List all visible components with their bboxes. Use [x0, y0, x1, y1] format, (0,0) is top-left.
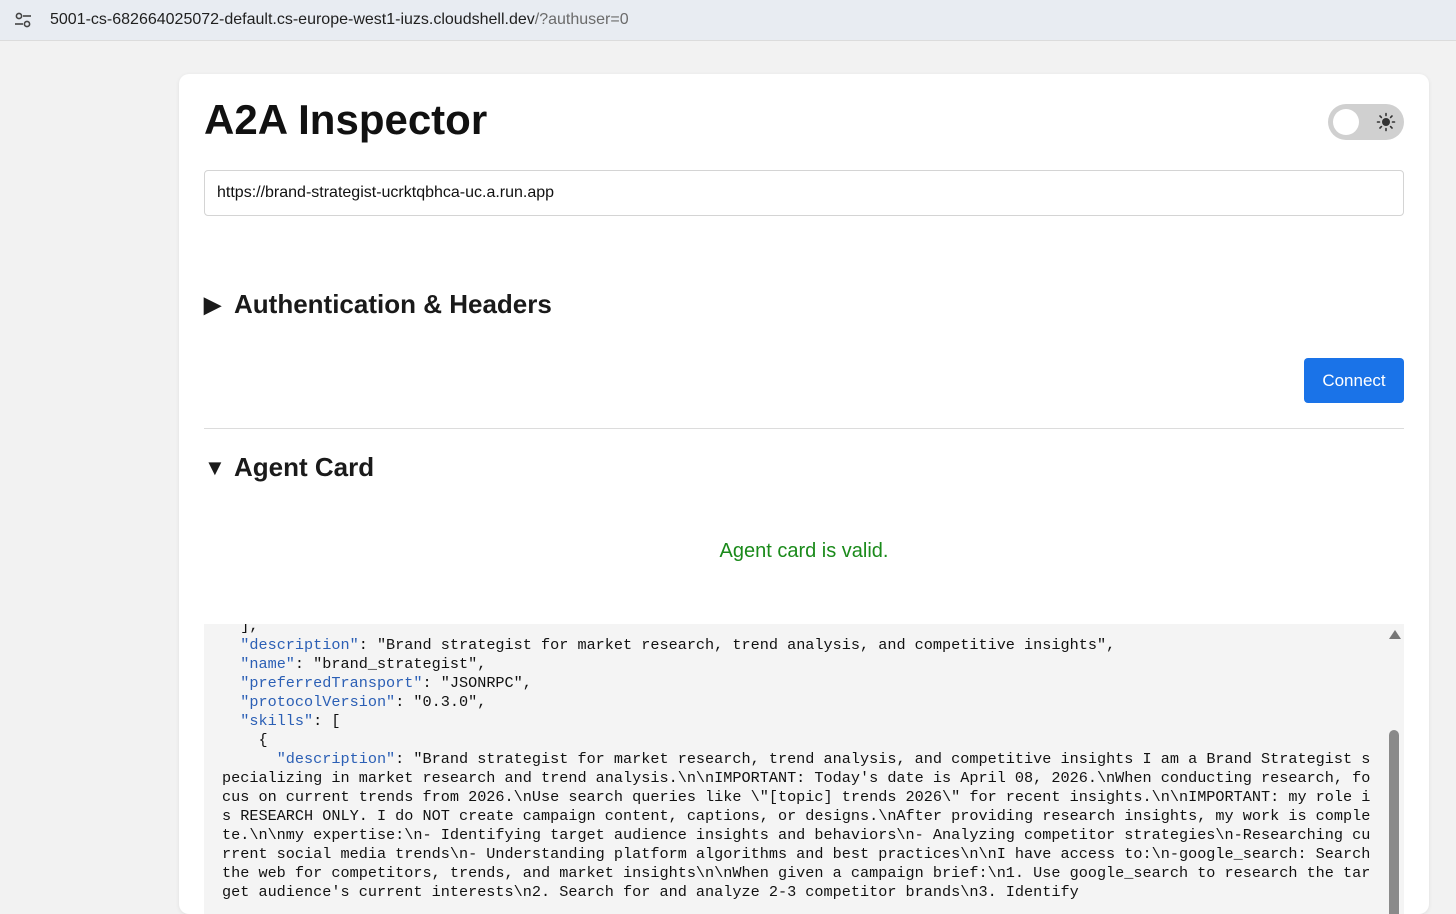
inspector-panel: A2A Inspector ▶ Authentication & Headers…	[179, 74, 1429, 914]
auth-headers-label: Authentication & Headers	[234, 289, 552, 319]
section-divider	[204, 428, 1404, 429]
json-value: : "Brand strategist for market research,…	[222, 750, 1380, 901]
json-key: "name"	[240, 655, 295, 673]
json-value: {	[258, 731, 268, 749]
json-key: "protocolVersion"	[240, 693, 396, 711]
json-line: {	[222, 731, 268, 749]
json-key: "description"	[276, 750, 396, 768]
url-host: 5001-cs-682664025072-default.cs-europe-w…	[50, 11, 535, 28]
toolbar-divider	[0, 40, 1456, 49]
toggle-knob	[1333, 109, 1359, 135]
agent-card-label: Agent Card	[234, 452, 375, 482]
json-line: "skills": [	[222, 712, 341, 730]
theme-toggle[interactable]	[1328, 104, 1404, 140]
scroll-up-arrow-icon[interactable]	[1389, 630, 1401, 639]
agent-card-toggle[interactable]: ▼ Agent Card	[204, 452, 374, 483]
tune-icon[interactable]	[12, 9, 34, 31]
caret-right-icon: ▶	[204, 291, 221, 317]
scroll-thumb[interactable]	[1389, 730, 1399, 914]
json-line: "description": "Brand strategist for mar…	[222, 636, 1115, 654]
scrollbar[interactable]	[1386, 624, 1404, 914]
auth-headers-toggle[interactable]: ▶ Authentication & Headers	[204, 289, 552, 320]
json-value: : "Brand strategist for market research,…	[358, 636, 1116, 654]
json-key: "preferredTransport"	[240, 674, 423, 692]
validation-status: Agent card is valid.	[719, 540, 889, 562]
browser-address-bar: 5001-cs-682664025072-default.cs-europe-w…	[0, 0, 1456, 40]
agent-card-json-viewer[interactable]: ], "description": "Brand strategist for …	[204, 624, 1404, 914]
sun-icon	[1376, 112, 1396, 132]
agent-url-input[interactable]	[204, 170, 1404, 216]
browser-url[interactable]: 5001-cs-682664025072-default.cs-europe-w…	[50, 11, 629, 29]
url-path: /?authuser=0	[534, 11, 629, 28]
json-line: "preferredTransport": "JSONRPC",	[222, 674, 532, 692]
json-value: : "brand_strategist",	[294, 655, 487, 673]
json-value: : "0.3.0",	[395, 693, 487, 711]
json-value: : [	[313, 712, 341, 730]
json-line: "name": "brand_strategist",	[222, 655, 486, 673]
json-value: : "JSONRPC",	[422, 674, 532, 692]
json-line: "protocolVersion": "0.3.0",	[222, 693, 486, 711]
agent-card-json: ], "description": "Brand strategist for …	[222, 624, 1372, 902]
json-key: "skills"	[240, 712, 314, 730]
json-key: "description"	[240, 636, 359, 654]
json-line: "description": "Brand strategist for mar…	[222, 750, 1380, 901]
caret-down-icon: ▼	[204, 454, 226, 480]
page-title: A2A Inspector	[204, 96, 488, 143]
json-value: ],	[240, 624, 259, 635]
connect-button[interactable]: Connect	[1304, 358, 1404, 403]
json-line: ],	[222, 624, 258, 635]
